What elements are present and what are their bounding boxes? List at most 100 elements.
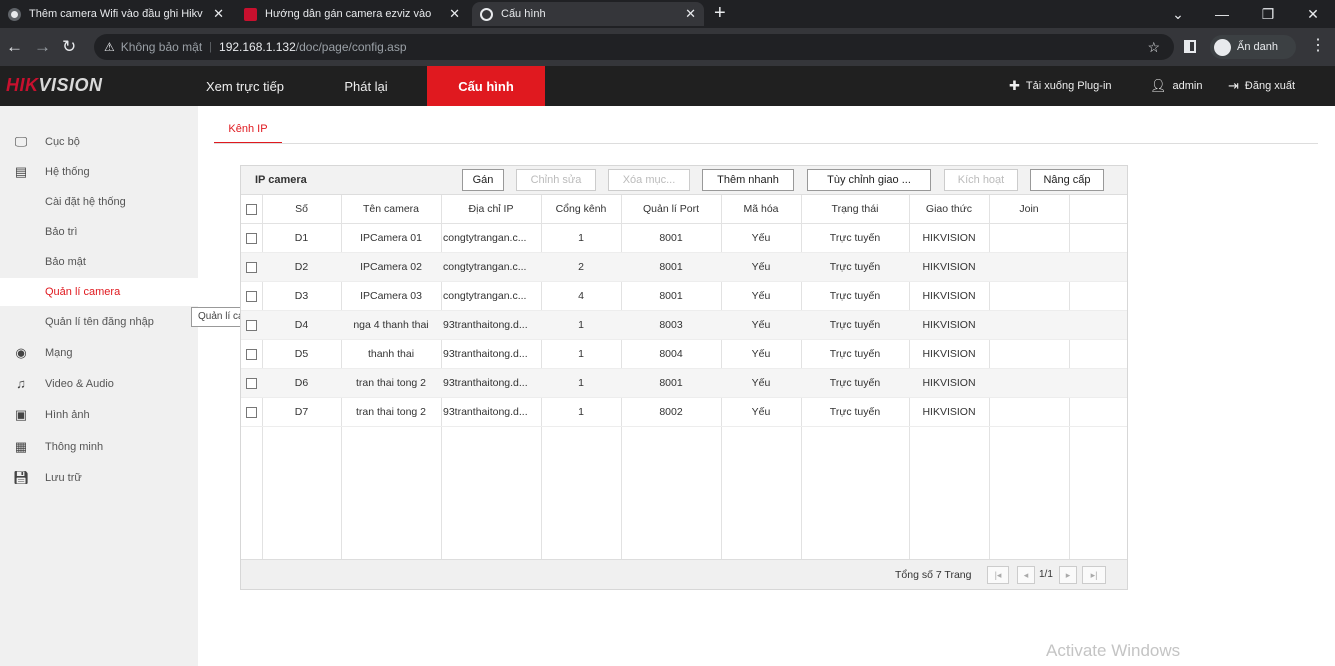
favicon-icon: [244, 7, 257, 21]
sidebar-label: Quản lí camera: [45, 286, 121, 298]
puzzle-icon: ✚: [1009, 78, 1020, 93]
app-header: HIKVISION Xem trực tiếp Phát lại Cấu hìn…: [0, 66, 1335, 106]
table-row[interactable]: D4 nga 4 thanh thai 93tranthaitong.d... 1 80…: [241, 311, 1127, 340]
custom-protocol-button[interactable]: Tùy chỉnh giao ...: [807, 169, 931, 191]
user-menu[interactable]: 👤︎ admin: [1150, 78, 1202, 94]
row-checkbox[interactable]: [246, 378, 257, 389]
forward-icon[interactable]: →: [34, 37, 51, 57]
nav-live-view[interactable]: Xem trực tiếp: [190, 66, 300, 106]
row-checkbox[interactable]: [246, 349, 257, 360]
edit-button[interactable]: Chỉnh sửa: [516, 169, 596, 191]
sidebar-label: Lưu trữ: [45, 472, 82, 484]
table-cell: 8001: [659, 232, 683, 244]
row-checkbox[interactable]: [246, 262, 257, 273]
row-checkbox[interactable]: [246, 320, 257, 331]
upgrade-button[interactable]: Nâng cấp: [1030, 169, 1104, 191]
table-cell: D7: [294, 406, 309, 418]
sidebar-item-user-management[interactable]: Quản lí tên đăng nhập: [0, 308, 198, 336]
delete-button[interactable]: Xóa mục...: [608, 169, 690, 191]
sidebar-item-local[interactable]: 🖵︎ Cục bộ: [0, 128, 198, 156]
last-page-button[interactable]: ▸|: [1082, 566, 1106, 584]
row-checkbox[interactable]: [246, 233, 257, 244]
bookmark-star-icon[interactable]: ☆: [1147, 39, 1160, 56]
browser-menu-icon[interactable]: ⋮: [1310, 36, 1326, 56]
side-panel-icon[interactable]: [1184, 40, 1196, 53]
table-row[interactable]: D6 tran thai tong 2 93tranthaitong.d... 1 80…: [241, 369, 1127, 398]
browser-tab-strip: Thêm camera Wifi vào đầu ghi Hikv ✕ Hướn…: [0, 0, 1335, 28]
column-header[interactable]: Địa chỉ IP: [441, 195, 541, 223]
column-header[interactable]: Trạng thái: [801, 195, 909, 223]
row-checkbox[interactable]: [246, 407, 257, 418]
ip-camera-panel: IP camera Gán Chỉnh sửa Xóa mục... Thêm …: [240, 165, 1128, 590]
minimize-icon[interactable]: —: [1200, 0, 1244, 28]
logout-link[interactable]: ⇥ Đăng xuất: [1228, 78, 1295, 94]
back-icon[interactable]: ←: [6, 37, 23, 57]
sidebar-item-network[interactable]: ◉ Mạng: [0, 339, 198, 367]
sidebar-item-security[interactable]: Bảo mật: [0, 248, 198, 276]
close-icon[interactable]: ✕: [685, 6, 696, 22]
sidebar-item-smart[interactable]: ▦ Thông minh: [0, 433, 198, 461]
table-cell: Yếu: [751, 319, 771, 331]
table-cell: HIKVISION: [922, 348, 976, 360]
first-page-button[interactable]: |◂: [987, 566, 1009, 584]
table-row[interactable]: D5 thanh thai 93tranthaitong.d... 1 8004 Yếu T…: [241, 340, 1127, 369]
sidebar-label: Bảo mật: [45, 256, 86, 268]
sidebar-item-system-settings[interactable]: Cài đặt hệ thống: [0, 188, 198, 216]
sidebar-item-storage[interactable]: 💾︎ Lưu trữ: [0, 464, 198, 492]
tab-search-icon[interactable]: ⌄: [1156, 0, 1200, 28]
column-header[interactable]: Join: [989, 195, 1069, 223]
table-row[interactable]: D2 IPCamera 02 congtytrangan.c... 2 8001 Yếu T…: [241, 253, 1127, 282]
next-page-button[interactable]: ▸: [1059, 566, 1077, 584]
security-label[interactable]: Không bảo mật: [121, 40, 202, 54]
warning-icon[interactable]: ⚠: [104, 40, 115, 54]
sidebar-item-video-audio[interactable]: ♫ Video & Audio: [0, 370, 198, 398]
table-cell: IPCamera 03: [360, 290, 422, 302]
select-all-checkbox[interactable]: [246, 204, 257, 215]
table-cell: [989, 311, 1069, 339]
column-header[interactable]: Mã hóa: [721, 195, 801, 223]
table-row[interactable]: D7 tran thai tong 2 93tranthaitong.d... 1 80…: [241, 398, 1127, 427]
table-cell: D6: [294, 377, 309, 389]
column-header[interactable]: Cổng kênh: [541, 195, 621, 223]
divider: [214, 143, 1318, 144]
user-icon: 👤︎: [1150, 78, 1167, 93]
add-button[interactable]: Gán: [462, 169, 504, 191]
prev-page-button[interactable]: ◂: [1017, 566, 1035, 584]
address-bar[interactable]: ⚠ Không bảo mật | 192.168.1.132 /doc/pag…: [94, 34, 1174, 60]
nav-configuration[interactable]: Cấu hình: [427, 66, 545, 106]
new-tab-button[interactable]: +: [714, 2, 726, 24]
browser-tab-3[interactable]: Cấu hình ✕: [472, 2, 704, 26]
table-row[interactable]: D3 IPCamera 03 congtytrangan.c... 4 8001 Yếu T…: [241, 282, 1127, 311]
sidebar-label: Hình ảnh: [45, 409, 90, 421]
profile-label: Ẩn danh: [1237, 41, 1278, 53]
browser-tab-1[interactable]: Thêm camera Wifi vào đầu ghi Hikv ✕: [0, 2, 232, 26]
incognito-profile-button[interactable]: Ẩn danh: [1210, 35, 1296, 59]
close-icon[interactable]: ✕: [449, 6, 460, 22]
download-plugin-link[interactable]: ✚ Tải xuống Plug-in: [1009, 78, 1112, 94]
sidebar-item-camera-management[interactable]: Quản lí camera: [0, 278, 198, 306]
reload-icon[interactable]: ↻: [62, 37, 76, 57]
quick-add-button[interactable]: Thêm nhanh: [702, 169, 794, 191]
browser-tab-2[interactable]: Hướng dẫn gán camera ezviz vào ✕: [236, 2, 468, 26]
close-icon[interactable]: ✕: [213, 6, 224, 22]
tab-ip-channel[interactable]: Kênh IP: [214, 117, 282, 144]
row-checkbox[interactable]: [246, 291, 257, 302]
table-cell: tran thai tong 2: [355, 377, 427, 389]
activate-button[interactable]: Kích hoạt: [944, 169, 1018, 191]
column-header[interactable]: Tên camera: [341, 195, 441, 223]
restore-icon[interactable]: ❐: [1246, 0, 1290, 28]
table-cell: Yếu: [751, 232, 771, 244]
sidebar-item-image[interactable]: ▣ Hình ảnh: [0, 401, 198, 429]
table-cell: HIKVISION: [922, 290, 976, 302]
column-header[interactable]: Giao thức: [909, 195, 989, 223]
sidebar-item-system[interactable]: ▤ Hệ thống: [0, 158, 198, 186]
pagination-bar: Tổng số 7 Trang |◂ ◂ 1/1 ▸ ▸|: [241, 559, 1127, 589]
separator: |: [209, 41, 213, 53]
sidebar-item-maintenance[interactable]: Bảo trì: [0, 218, 198, 246]
table-cell: Yếu: [751, 406, 771, 418]
nav-playback[interactable]: Phát lại: [315, 66, 417, 106]
table-row[interactable]: D1 IPCamera 01 congtytrangan.c... 1 8001 Yếu T…: [241, 224, 1127, 253]
column-header[interactable]: Số: [262, 195, 341, 223]
window-close-icon[interactable]: ✕: [1291, 0, 1335, 28]
column-header[interactable]: Quản lí Port: [621, 195, 721, 223]
